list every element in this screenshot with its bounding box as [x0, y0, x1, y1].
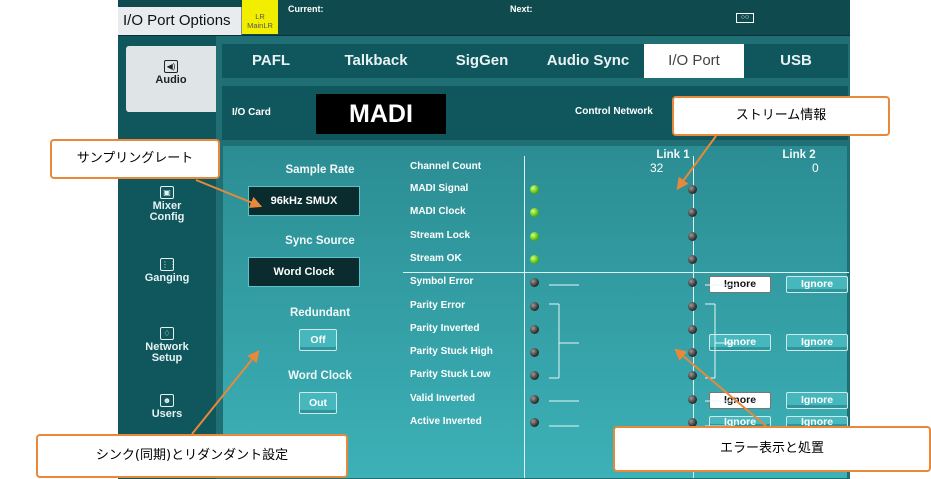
io-card-label: I/O Card: [232, 107, 271, 118]
lr-badge-line2: MainLR: [247, 21, 273, 30]
console-screen: I/O Port Options LR MainLR Current: Next…: [118, 0, 850, 479]
network-icon: ♢: [160, 327, 174, 340]
next-scene-label: Next:: [510, 4, 533, 14]
sample-rate-callout: サンプリングレート: [50, 139, 220, 179]
sidebar-item-label: Network Setup: [145, 341, 189, 364]
tab-io-port[interactable]: I/O Port: [644, 44, 744, 78]
current-scene-label: Current:: [288, 4, 324, 14]
mixer-config-icon: ▣: [160, 186, 174, 199]
sidebar-item-label: Users: [151, 408, 183, 420]
error-display-callout: エラー表示と処置: [613, 426, 931, 472]
tab-pafl[interactable]: PAFL: [222, 44, 320, 78]
tab-audio-sync[interactable]: Audio Sync: [532, 44, 644, 78]
control-network-label: Control Network: [575, 106, 653, 117]
sidebar-item-label: Ganging: [144, 272, 190, 284]
sidebar-item-ganging[interactable]: ⋮⋮ Ganging: [118, 258, 216, 284]
sidebar: ◀) Audio ▣ Mixer Config ⋮⋮ Ganging ♢ Net…: [118, 36, 216, 479]
sidebar-item-label: Audio: [155, 74, 187, 86]
users-icon: ☻: [160, 394, 174, 407]
tab-usb[interactable]: USB: [744, 44, 848, 78]
tab-siggen[interactable]: SigGen: [432, 44, 532, 78]
stream-info-callout: ストリーム情報: [672, 96, 890, 136]
sidebar-item-label: Mixer Config: [149, 200, 185, 223]
lr-badge-line1: LR: [255, 12, 265, 21]
page-title: I/O Port Options: [118, 7, 242, 35]
sidebar-item-mixer-config[interactable]: ▣ Mixer Config: [118, 186, 216, 223]
speaker-icon: ◀): [164, 60, 178, 73]
sidebar-item-audio[interactable]: ◀) Audio: [126, 46, 216, 112]
sidebar-item-network-setup[interactable]: ♢ Network Setup: [118, 327, 216, 364]
sidebar-item-users[interactable]: ☻ Users: [118, 394, 216, 420]
main-lr-badge[interactable]: LR MainLR: [242, 0, 278, 34]
io-card-type: MADI: [316, 94, 446, 134]
top-bar: I/O Port Options LR MainLR Current: Next…: [118, 0, 850, 36]
scene-icon[interactable]: ○○: [736, 13, 754, 23]
grid-icon: ⋮⋮: [160, 258, 177, 271]
sync-redundant-callout: シンク(同期)とリダンダント設定: [36, 434, 348, 478]
tab-bar: PAFL Talkback SigGen Audio Sync I/O Port…: [222, 44, 848, 78]
tab-talkback[interactable]: Talkback: [320, 44, 432, 78]
